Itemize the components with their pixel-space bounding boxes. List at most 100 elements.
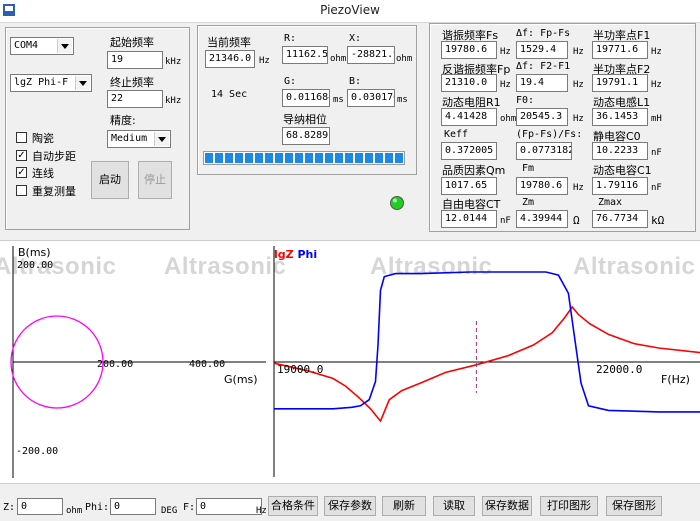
repeat-checkbox[interactable]	[16, 185, 27, 196]
zmax-unit: kΩ	[651, 214, 665, 227]
start-button[interactable]: 启动	[91, 161, 129, 199]
chevron-down-icon[interactable]	[75, 76, 90, 90]
progress-segment	[355, 153, 363, 163]
end-freq-input[interactable]: 22	[107, 90, 163, 108]
progress-segment	[375, 153, 383, 163]
f1-value: 19771.6	[592, 41, 648, 59]
save-graph-button[interactable]: 保存图形	[606, 496, 662, 516]
port-select-value: COM4	[14, 40, 39, 51]
port-select[interactable]: COM4	[10, 37, 74, 55]
phi-input[interactable]: 0	[110, 498, 156, 515]
ceramic-checkbox[interactable]	[16, 132, 27, 143]
progress-segment	[295, 153, 303, 163]
legend-phi: Phi	[297, 248, 318, 261]
z-input[interactable]: 0	[17, 498, 63, 515]
g-unit: ms	[333, 95, 344, 105]
current-freq-label: 当前频率	[207, 36, 251, 49]
progress-segment	[225, 153, 233, 163]
qm-label: 品质因素Qm	[442, 164, 506, 177]
fm-label: Fm	[522, 163, 535, 174]
phi-label: Phi:	[85, 502, 110, 513]
ct-unit: nF	[500, 216, 511, 226]
print-graph-button[interactable]: 打印图形	[540, 496, 598, 516]
chart-legend: lgZ Phi	[274, 248, 317, 261]
c1-value: 1.79116	[592, 177, 648, 195]
save-params-button[interactable]: 保存参数	[324, 496, 376, 516]
df1-label: Δf: Fp-Fs	[516, 28, 571, 39]
start-freq-input[interactable]: 19	[107, 51, 163, 69]
refresh-button[interactable]: 刷新	[382, 496, 426, 516]
progress-segment	[305, 153, 313, 163]
frequency-sweep-chart	[273, 246, 700, 477]
r1-unit: ohm	[500, 114, 517, 124]
precision-select-value: Medium	[111, 133, 148, 144]
end-freq-label: 终止频率	[110, 76, 154, 89]
window-title: PiezoView	[320, 3, 380, 17]
admittance-phase-value: 68.8289	[282, 127, 330, 145]
chevron-down-icon[interactable]	[57, 39, 72, 53]
start-freq-unit: kHz	[165, 57, 182, 67]
g-value: 0.011684	[282, 89, 330, 107]
current-freq-unit: Hz	[259, 56, 270, 66]
zm-value: 4.39944	[516, 210, 568, 228]
save-data-button[interactable]: 保存数据	[482, 496, 532, 516]
f1-unit: Hz	[651, 47, 662, 57]
admittance-phase-label: 导纳相位	[283, 113, 327, 126]
l1-unit: mH	[651, 114, 662, 124]
elapsed-time: 14 Sec	[211, 89, 248, 100]
precision-label: 精度:	[110, 114, 136, 127]
mode-select[interactable]: lgZ Phi-F	[10, 74, 92, 92]
progress-segment	[205, 153, 213, 163]
f0-label: F0:	[516, 95, 535, 106]
stop-button[interactable]: 停止	[138, 161, 172, 199]
progress-segment	[345, 153, 353, 163]
zmax-label: Zmax	[598, 197, 623, 208]
g-label: G:	[284, 76, 297, 87]
progress-segment	[315, 153, 323, 163]
progress-segment	[275, 153, 283, 163]
freq-x-tick: 19000.0	[277, 363, 324, 376]
fs-unit: Hz	[500, 47, 511, 57]
progress-segment	[265, 153, 273, 163]
zm-unit: Ω	[573, 214, 580, 227]
fm-unit: Hz	[573, 183, 584, 193]
f0-value: 20545.3	[516, 108, 568, 126]
precision-select[interactable]: Medium	[107, 130, 171, 148]
continuous-checkbox[interactable]: ✓	[16, 167, 27, 178]
progress-fill	[205, 153, 403, 163]
keff-label: Keff	[444, 129, 469, 140]
ceramic-label: 陶瓷	[32, 132, 54, 145]
z-label: Z:	[3, 502, 16, 513]
auto-step-label: 自动步距	[32, 150, 76, 163]
auto-step-checkbox[interactable]: ✓	[16, 150, 27, 161]
progress-segment	[245, 153, 253, 163]
freq-x-tick: 22000.0	[596, 363, 643, 376]
progress-segment	[215, 153, 223, 163]
chevron-down-icon[interactable]	[154, 132, 169, 146]
f-label: F:	[183, 502, 196, 513]
fm-value: 19780.6	[516, 177, 568, 195]
fpfs-label: (Fp-Fs)/Fs:	[516, 129, 583, 140]
c1-unit: nF	[651, 183, 662, 193]
read-button[interactable]: 读取	[433, 496, 475, 516]
c0-unit: nF	[651, 148, 662, 158]
x-value: -28821.9	[347, 46, 395, 64]
qm-value: 1017.65	[441, 177, 497, 195]
progress-segment	[285, 153, 293, 163]
f0-unit: Hz	[573, 114, 584, 124]
x-unit: ohm	[396, 54, 413, 64]
l1-value: 36.1453	[592, 108, 648, 126]
ct-value: 12.0144	[441, 210, 497, 228]
c0-value: 10.2233	[592, 142, 648, 160]
df2-value: 19.4	[516, 74, 568, 92]
c1-label: 动态电容C1	[593, 164, 652, 177]
start-freq-label: 起始频率	[110, 36, 154, 49]
progress-segment	[235, 153, 243, 163]
progress-segment	[385, 153, 393, 163]
df1-value: 1529.4	[516, 41, 568, 59]
f2-unit: Hz	[651, 80, 662, 90]
status-led-icon	[390, 196, 404, 210]
f-input[interactable]: 0	[196, 498, 262, 515]
pass-conditions-button[interactable]: 合格条件	[268, 496, 318, 516]
legend-lgz: lgZ	[274, 248, 294, 261]
